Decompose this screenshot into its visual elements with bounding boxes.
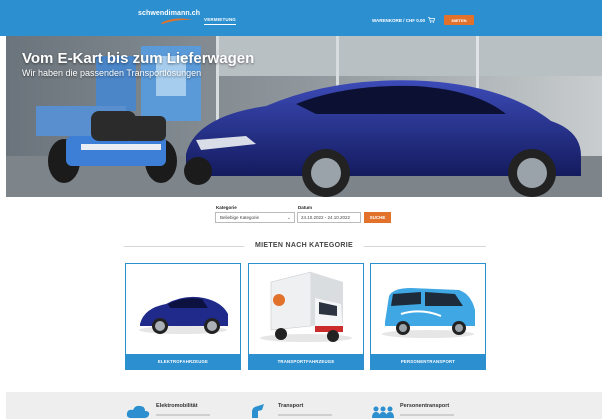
cart-link[interactable]: WARENKORB / CHF 0.00 xyxy=(372,17,436,23)
feature-title-transport: Transport xyxy=(278,403,304,409)
category-label-electric: ELEKTROFAHRZEUGE xyxy=(126,354,240,369)
cloud-icon xyxy=(126,405,150,418)
chevron-down-icon: ⌄ xyxy=(286,215,291,221)
passenger-van-image xyxy=(371,264,485,354)
electric-car-image xyxy=(126,264,240,354)
feature-text-placeholder xyxy=(400,414,454,416)
rent-now-button[interactable]: MIETEN xyxy=(444,15,474,25)
category-label-passenger: PERSONENTRANSPORT xyxy=(371,354,485,369)
feature-title-passenger-transport: Personentransport xyxy=(400,403,450,409)
category-label: Kategorie xyxy=(216,205,237,210)
top-navigation-bar: schwendimann.ch VERMIETUNG WARENKORB / C… xyxy=(0,0,602,36)
date-label: Datum xyxy=(298,205,313,210)
section-divider-right xyxy=(364,246,486,247)
category-label-transport: TRANSPORTFAHRZEUGE xyxy=(249,354,363,369)
people-icon xyxy=(372,406,394,418)
hero-subtitle: Wir haben die passenden Transportlösunge… xyxy=(22,68,202,78)
section-divider-left xyxy=(124,246,244,247)
box-truck-image xyxy=(249,264,363,354)
logo-swoosh-icon xyxy=(161,18,193,24)
date-range-value: 24.10.2022 - 24.10.2022 xyxy=(301,215,351,220)
section-title: MIETEN NACH KATEGORIE xyxy=(255,242,353,249)
category-card-passenger[interactable]: PERSONENTRANSPORT xyxy=(370,263,486,370)
feature-text-placeholder xyxy=(156,414,210,416)
category-select[interactable]: Beliebige Kategorie ⌄ xyxy=(215,212,295,223)
date-range-input[interactable]: 24.10.2022 - 24.10.2022 xyxy=(297,212,361,223)
category-card-transport[interactable]: TRANSPORTFAHRZEUGE xyxy=(248,263,364,370)
category-card-electric[interactable]: ELEKTROFAHRZEUGE xyxy=(125,263,241,370)
feature-title-electromobility: Elektromobilität xyxy=(156,403,198,409)
feature-text-placeholder xyxy=(278,414,332,416)
cart-icon xyxy=(428,17,436,23)
hero-title: Vom E-Kart bis zum Lieferwagen xyxy=(22,50,255,67)
category-select-value: Beliebige Kategorie xyxy=(220,215,260,220)
transport-icon xyxy=(252,404,264,418)
hero-banner: Vom E-Kart bis zum Lieferwagen Wir haben… xyxy=(6,36,602,197)
nav-link-vermietung[interactable]: VERMIETUNG xyxy=(204,17,237,25)
site-logo[interactable]: schwendimann.ch xyxy=(138,10,200,17)
cart-label: WARENKORB / CHF 0.00 xyxy=(372,17,426,23)
search-button[interactable]: SUCHE xyxy=(364,212,391,223)
page: schwendimann.ch VERMIETUNG WARENKORB / C… xyxy=(0,0,602,419)
